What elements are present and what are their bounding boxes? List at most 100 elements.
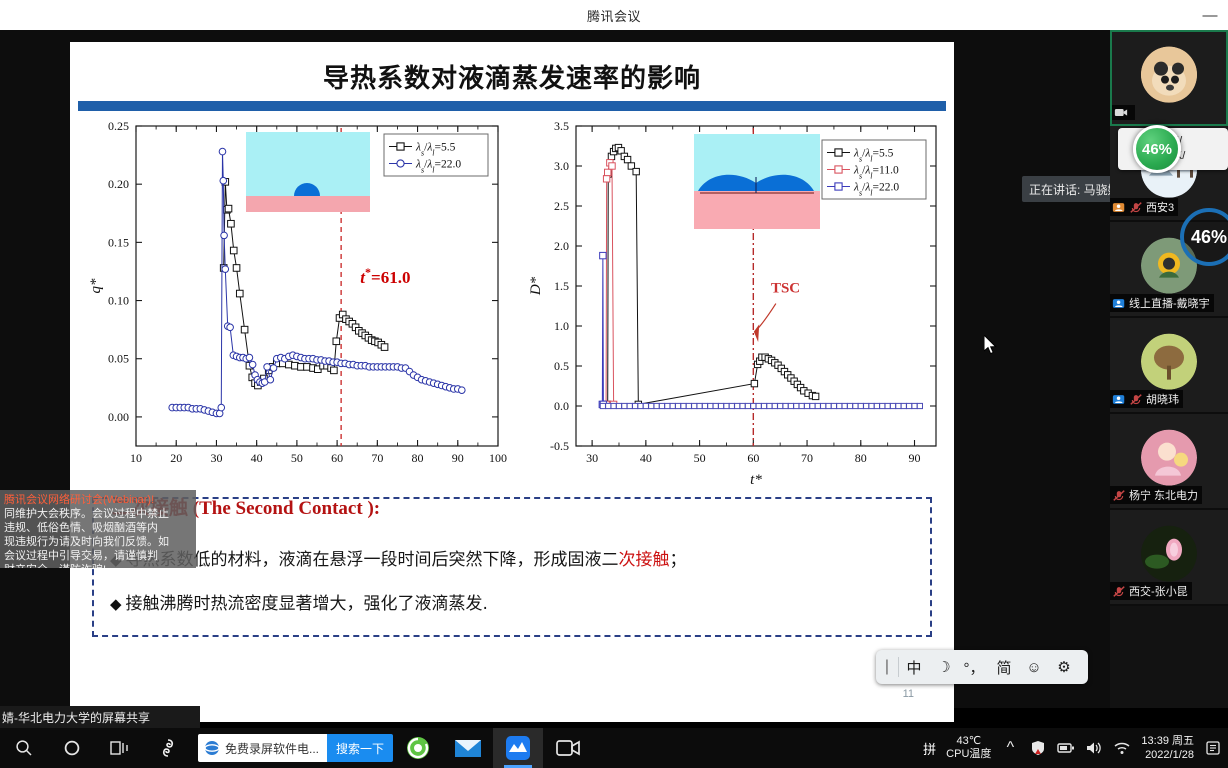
participant-name: 西交-张小昆 bbox=[1129, 586, 1188, 598]
antivirus-icon[interactable] bbox=[1029, 739, 1047, 757]
screen-share-banner: 婧-华北电力大学的屏幕共享 bbox=[0, 706, 200, 728]
notice-line: 会议过程中引导交易，请谨慎判 bbox=[4, 550, 158, 562]
tray-ime-indicator[interactable]: 拼 bbox=[923, 739, 936, 758]
volume-icon[interactable] bbox=[1085, 739, 1103, 757]
svg-text:40: 40 bbox=[640, 451, 652, 465]
app-360-icon[interactable] bbox=[144, 728, 192, 768]
slide-title-area: 导热系数对液滴蒸发速率的影响 bbox=[78, 48, 946, 104]
moon-icon[interactable]: ☽ bbox=[929, 658, 959, 676]
taskbar-app-tencent-meeting[interactable] bbox=[493, 728, 544, 768]
participant-tile[interactable]: 西交-张小昆 bbox=[1110, 510, 1228, 606]
avatar bbox=[1141, 429, 1197, 486]
chart-left: 10 20 30 40 50 60 70 80 90 100 0.00 0.05 0.10 0.15 0.2… bbox=[80, 116, 510, 496]
taskbar-clock[interactable]: 13:39 周五 2022/1/28 bbox=[1141, 734, 1194, 762]
shared-slide: 导热系数对液滴蒸发速率的影响 10 20 30 40 50 60 70 80 90 100 0.00… bbox=[70, 42, 954, 722]
mic-muted-icon bbox=[1113, 585, 1125, 597]
taskbar-app-browser-360[interactable] bbox=[393, 728, 443, 768]
webinar-notice-overlay: 腾讯会议网络研讨会(Webinar)! 同维护大会秩序。会议过程中禁止 违规、低… bbox=[0, 490, 196, 568]
participant-tile[interactable]: 杨宁 东北电力 bbox=[1110, 414, 1228, 510]
slide-accent-bar bbox=[78, 101, 946, 111]
bullet-2-text: 接触沸腾时热流密度显著增大，强化了液滴蒸发. bbox=[125, 594, 488, 614]
bullet-marker-icon: ◆ bbox=[110, 595, 122, 613]
video-on-icon bbox=[1114, 109, 1128, 116]
windows-taskbar: 免费录屏软件电... 搜索一下 拼 43℃ CPU温度 ^ 13:39 周五 2… bbox=[0, 728, 1228, 768]
tencent-meeting-icon bbox=[506, 736, 531, 760]
participant-nametag: 杨宁 东北电力 bbox=[1110, 486, 1203, 504]
svg-text:80: 80 bbox=[855, 451, 867, 465]
cpu-temp-value: 43℃ bbox=[956, 735, 982, 747]
wifi-icon[interactable] bbox=[1113, 739, 1131, 757]
cpu-temp-label: CPU温度 bbox=[946, 748, 992, 760]
participant-name: 线上直播-戴晓宇 bbox=[1129, 298, 1210, 310]
emoji-icon[interactable]: ☺ bbox=[1019, 659, 1049, 676]
cpu-usage-bubble[interactable]: 46% bbox=[1133, 125, 1181, 173]
svg-text:D*: D* bbox=[528, 276, 544, 296]
svg-text:1.5: 1.5 bbox=[554, 279, 569, 293]
conclusion-block: 二次接触 (The Second Contact ): ◆导热系数低的材料，液滴… bbox=[92, 497, 932, 637]
participant-tile[interactable] bbox=[1110, 30, 1228, 126]
battery-icon[interactable] bbox=[1057, 739, 1075, 757]
search-submit-button[interactable]: 搜索一下 bbox=[327, 734, 394, 762]
svg-text:2.0: 2.0 bbox=[554, 239, 569, 253]
svg-text:3.5: 3.5 bbox=[554, 119, 569, 133]
video-on-icon bbox=[1112, 394, 1125, 404]
search-input-value: 免费录屏软件电... bbox=[225, 741, 320, 756]
chart-right-plot: 30 40 50 60 70 80 90 -0.5 0.0 0.5 1.0 1.5 2.0 2.5 3.0 3… bbox=[528, 119, 937, 488]
conclusion-bullet-2: ◆ 接触沸腾时热流密度显著增大，强化了液滴蒸发. bbox=[110, 589, 488, 614]
task-view-icon[interactable] bbox=[96, 728, 144, 768]
window-title: 腾讯会议 bbox=[586, 8, 641, 24]
mouse-cursor-icon bbox=[984, 335, 997, 355]
svg-text:0.5: 0.5 bbox=[554, 359, 569, 373]
slide-title: 导热系数对液滴蒸发速率的影响 bbox=[322, 63, 701, 94]
minimize-button[interactable]: — bbox=[1200, 6, 1220, 24]
svg-text:q*: q* bbox=[88, 278, 104, 294]
svg-text:10: 10 bbox=[130, 451, 142, 465]
cpu-temperature-widget[interactable]: 43℃ CPU温度 bbox=[946, 735, 991, 761]
ime-caret-icon: | bbox=[884, 658, 890, 675]
search-input[interactable]: 免费录屏软件电... bbox=[198, 734, 328, 762]
ime-simplified-button[interactable]: 简 bbox=[989, 657, 1019, 678]
svg-text:50: 50 bbox=[694, 451, 706, 465]
taskbar-app-camera-recorder[interactable] bbox=[543, 728, 593, 768]
participant-nametag: 西交-张小昆 bbox=[1110, 582, 1192, 600]
svg-text:1.0: 1.0 bbox=[554, 319, 569, 333]
charts-row: 10 20 30 40 50 60 70 80 90 100 0.00 0.05 0.10 0.15 0.2… bbox=[70, 116, 954, 496]
cortana-icon[interactable] bbox=[48, 728, 96, 768]
notice-line: 违规、低俗色情、吸烟酗酒等内 bbox=[4, 522, 158, 534]
svg-text:0.15: 0.15 bbox=[108, 235, 129, 249]
svg-text:0.0: 0.0 bbox=[554, 399, 569, 413]
participant-tile[interactable]: 胡晓玮 bbox=[1110, 318, 1228, 414]
bullet-1-highlight: 次接触 bbox=[618, 550, 670, 570]
chevron-up-icon[interactable]: ^ bbox=[1001, 739, 1019, 757]
participant-nametag: 西安3 bbox=[1110, 198, 1179, 216]
clock-time: 13:39 周五 bbox=[1141, 735, 1194, 747]
ime-language-mode-button[interactable]: 中 bbox=[899, 657, 929, 678]
svg-text:-0.5: -0.5 bbox=[550, 439, 569, 453]
system-tray: 拼 43℃ CPU温度 ^ 13:39 周五 2022/1/28 bbox=[923, 734, 1228, 762]
taskbar-search-box[interactable]: 免费录屏软件电... 搜索一下 bbox=[198, 734, 394, 762]
svg-text:0.05: 0.05 bbox=[108, 352, 129, 366]
participant-nametag bbox=[1112, 105, 1135, 120]
svg-text:70: 70 bbox=[801, 451, 813, 465]
notification-center-icon[interactable] bbox=[1204, 739, 1222, 757]
bullet-1-text: 导热系数低的材料，液滴在悬浮一段时间后突然下降，形成固液二 bbox=[125, 550, 619, 570]
svg-text:100: 100 bbox=[489, 451, 507, 465]
notice-line: 同维护大会秩序。会议过程中禁止 bbox=[4, 508, 169, 520]
taskbar-app-mail[interactable] bbox=[443, 728, 493, 768]
notice-line: 财产安全，谨防诈骗! bbox=[4, 563, 192, 568]
search-icon[interactable] bbox=[0, 728, 48, 768]
ime-punctuation-button[interactable]: °， bbox=[959, 657, 989, 678]
svg-text:90: 90 bbox=[452, 451, 464, 465]
chart-left-plot: 10 20 30 40 50 60 70 80 90 100 0.00 0.05 0.10 0.15 0.2… bbox=[88, 119, 507, 465]
mail-icon bbox=[455, 740, 482, 757]
participant-nametag: 胡晓玮 bbox=[1110, 390, 1183, 408]
avatar bbox=[1141, 525, 1197, 582]
mic-muted-icon bbox=[1130, 393, 1142, 405]
svg-text:20: 20 bbox=[170, 451, 182, 465]
svg-text:0.00: 0.00 bbox=[108, 410, 129, 424]
gear-icon[interactable]: ⚙ bbox=[1049, 658, 1079, 676]
screen-root: 腾讯会议 — 导热系数对液滴蒸发速率的影响 10 20 30 40 50 60 70 80 90… bbox=[0, 0, 1228, 768]
bullet-1-suffix: ； bbox=[669, 550, 687, 570]
svg-text:t*=61.0: t*=61.0 bbox=[360, 265, 410, 287]
ime-floating-toolbar[interactable]: | 中 ☽ °， 简 ☺ ⚙ bbox=[876, 650, 1088, 684]
